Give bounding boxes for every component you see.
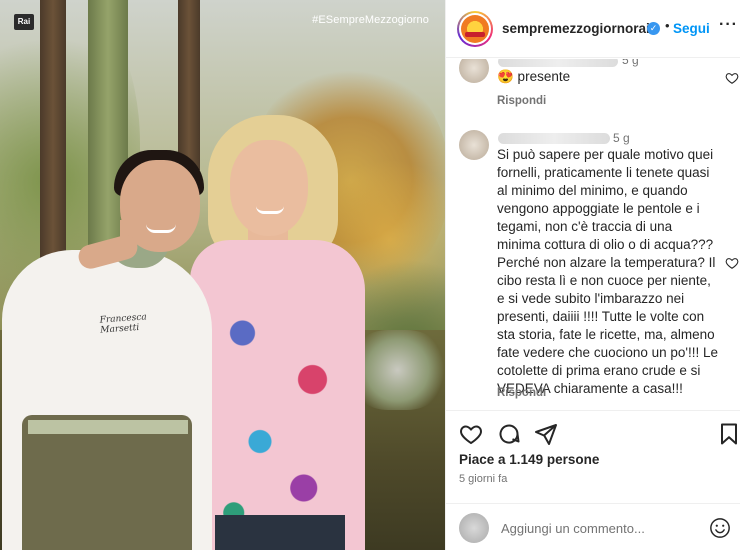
comment-text: Si può sapere per quale motivo quei forn…	[497, 146, 718, 398]
comment-line: e si vede subito l'imbarazzo nei	[497, 291, 685, 306]
comment-line: vengono appoggiate le pentole e i	[497, 201, 700, 216]
photo-hashtag: #ESempreMezzogiorno	[312, 14, 429, 26]
more-options-icon[interactable]: ···	[719, 16, 738, 34]
reply-button[interactable]: Rispondi	[497, 387, 546, 399]
heart-icon[interactable]	[725, 256, 739, 270]
host-floral-blouse	[190, 240, 365, 550]
post-actions: Piace a 1.149 persone 5 giorni fa Aggiun…	[446, 410, 740, 550]
comment-text: 😍 presente	[497, 69, 571, 84]
host-face	[230, 140, 308, 236]
chef-apron-band	[28, 420, 188, 434]
like-heart-icon[interactable]	[459, 422, 483, 446]
comment-line: cibo resta lì e non cuoce per niente,	[497, 273, 711, 288]
bookmark-icon[interactable]	[717, 422, 740, 446]
add-comment-input[interactable]: Aggiungi un commento...	[501, 521, 645, 536]
post-sidebar: sempremezzogiornorai ✓ • Segui ··· 5 g 😍…	[445, 0, 740, 550]
comment-line: Si può sapere per quale motivo quei	[497, 147, 714, 162]
chef-apron	[22, 415, 192, 550]
comment-line: presenti, daiiii !!!! Tutte le volte con	[497, 309, 705, 324]
host-smile	[256, 206, 284, 214]
commenter-name-blurred	[498, 59, 618, 67]
reply-button[interactable]: Rispondi	[497, 95, 546, 107]
emoji-icon[interactable]	[709, 517, 731, 539]
comment-line: sta storia, fate le ricette, ma, almeno	[497, 327, 715, 342]
current-user-avatar	[459, 513, 489, 543]
comment-icon[interactable]	[497, 422, 521, 446]
separator-dot: •	[665, 18, 670, 33]
comment-line: minima cottura di olio o di acqua???	[497, 237, 714, 252]
chef-jacket-embroidery: Francesca Marsetti	[99, 312, 147, 335]
verified-icon: ✓	[647, 22, 660, 35]
comment-line: tegami, non c'è traccia di una	[497, 219, 673, 234]
chef-smile	[146, 224, 176, 233]
comment-time: 5 g	[622, 59, 639, 67]
commenter-avatar[interactable]	[459, 59, 489, 83]
sun-logo-icon	[461, 15, 489, 43]
post-time-ago[interactable]: 5 giorni fa	[459, 473, 507, 485]
add-comment-row: Aggiungi un commento...	[446, 503, 740, 550]
share-icon[interactable]	[534, 422, 558, 446]
comment-line: cotolette di prima erano crude e si	[497, 363, 701, 378]
comments-list[interactable]: 5 g 😍 presente Rispondi 5 g Si può saper…	[446, 59, 740, 409]
comment-line: Perché non alzare la temperatura? Il	[497, 255, 716, 270]
host-trousers	[215, 515, 345, 550]
photo-tree-trunk	[178, 0, 200, 170]
commenter-avatar[interactable]	[459, 130, 489, 160]
rai-logo: Rai	[14, 14, 34, 30]
comment-line: al minimo del minimo, e quando	[497, 183, 688, 198]
follow-button[interactable]: Segui	[673, 21, 710, 36]
comment-time: 5 g	[613, 131, 630, 145]
comment-line: fornelli, praticamente li tenete quasi	[497, 165, 710, 180]
comment-line: fate vedere che cuociono un po'!!! Le	[497, 345, 718, 360]
post-header: sempremezzogiornorai ✓ • Segui ···	[446, 0, 740, 58]
heart-icon[interactable]	[725, 71, 739, 85]
commenter-name-blurred	[498, 133, 610, 144]
avatar-inner	[459, 13, 491, 45]
username-link[interactable]: sempremezzogiornorai	[502, 21, 650, 36]
likes-count[interactable]: Piace a 1.149 persone	[459, 452, 599, 467]
profile-avatar[interactable]	[457, 11, 493, 47]
post-photo: Francesca Marsetti Rai #ESempreMezzogior…	[0, 0, 445, 550]
